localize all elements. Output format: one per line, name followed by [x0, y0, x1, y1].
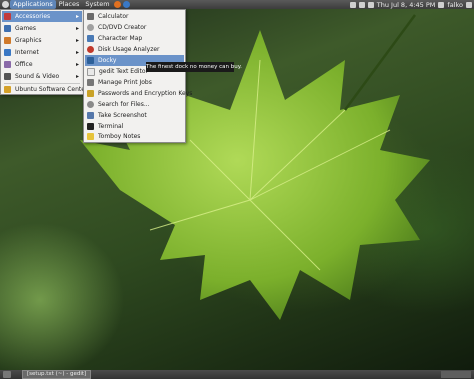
disk-usage-icon: [87, 46, 94, 53]
show-desktop-icon[interactable]: [3, 371, 11, 378]
disc-icon: [87, 24, 94, 31]
submenu-arrow-icon: ▸: [75, 13, 79, 20]
docky-icon: [87, 57, 94, 64]
menu-item-label: Calculator: [98, 13, 129, 20]
character-map-icon: [87, 35, 94, 42]
power-icon[interactable]: [466, 1, 472, 8]
graphics-icon: [4, 37, 11, 44]
volume-icon[interactable]: [367, 1, 374, 8]
menu-item-calculator[interactable]: Calculator: [85, 11, 184, 22]
menu-item-label: Character Map: [98, 35, 143, 42]
menu-item-graphics[interactable]: Graphics ▸: [2, 35, 82, 46]
mail-icon[interactable]: [358, 1, 365, 8]
menu-item-label: Docky: [98, 57, 117, 64]
menu-item-label: Terminal: [98, 123, 124, 130]
user-name[interactable]: falko: [447, 1, 463, 9]
menu-item-label: Graphics: [15, 37, 42, 44]
office-icon: [4, 61, 11, 68]
accessories-icon: [4, 13, 11, 20]
menu-item-label: Passwords and Encryption Keys: [98, 90, 193, 97]
search-icon: [87, 101, 94, 108]
bottom-panel: [setup.txt (~) - gedit]: [0, 370, 474, 379]
submenu-arrow-icon: ▸: [75, 37, 79, 44]
keys-icon: [87, 90, 94, 97]
menu-item-label: Search for Files...: [98, 101, 150, 108]
menu-item-disk-usage-analyzer[interactable]: Disk Usage Analyzer: [85, 44, 184, 55]
applications-menu: Accessories ▸ Games ▸ Graphics ▸ Interne…: [0, 9, 87, 95]
submenu-arrow-icon: ▸: [75, 61, 79, 68]
menu-item-label: Office: [15, 61, 33, 68]
user-icon: [438, 1, 445, 8]
ubuntu-logo-icon: [2, 1, 9, 8]
applications-menu-button[interactable]: Applications: [10, 0, 56, 9]
docky-tooltip: The finest dock no money can buy.: [146, 62, 242, 72]
text-editor-icon: [87, 67, 95, 76]
network-icon[interactable]: [349, 1, 356, 8]
menu-item-print-jobs[interactable]: Manage Print Jobs: [85, 77, 184, 88]
software-center-icon: [4, 85, 11, 93]
accessories-submenu: Calculator CD/DVD Creator Character Map …: [83, 9, 192, 143]
menu-item-search-files[interactable]: Search for Files...: [85, 99, 184, 110]
menu-item-label: Take Screenshot: [98, 112, 147, 119]
menu-item-office[interactable]: Office ▸: [2, 59, 82, 70]
menu-item-cd-dvd-creator[interactable]: CD/DVD Creator: [85, 22, 184, 33]
menu-item-sound-video[interactable]: Sound & Video ▸: [2, 71, 82, 82]
top-panel: Applications Places System Thu Jul 8, 4:…: [0, 0, 474, 9]
submenu-arrow-icon: ▸: [75, 49, 79, 56]
firefox-launcher-icon[interactable]: [113, 1, 121, 8]
submenu-arrow-icon: ▸: [75, 73, 79, 80]
menu-item-take-screenshot[interactable]: Take Screenshot: [85, 110, 184, 121]
printer-icon: [87, 79, 94, 86]
internet-icon: [4, 49, 11, 56]
menu-item-tomboy-notes[interactable]: Tomboy Notes: [85, 131, 184, 141]
menu-item-label: Games: [15, 25, 36, 32]
screenshot-icon: [87, 112, 94, 119]
games-icon: [4, 25, 11, 32]
submenu-arrow-icon: ▸: [75, 25, 79, 32]
menu-item-label: Ubuntu Software Center: [15, 85, 88, 93]
sound-video-icon: [4, 73, 11, 80]
menu-item-character-map[interactable]: Character Map: [85, 33, 184, 44]
workspace-switcher[interactable]: [441, 371, 471, 378]
menu-item-internet[interactable]: Internet ▸: [2, 47, 82, 58]
notes-icon: [87, 132, 94, 140]
menu-item-label: Disk Usage Analyzer: [98, 46, 160, 53]
menu-item-label: Accessories: [15, 13, 51, 20]
menu-item-games[interactable]: Games ▸: [2, 23, 82, 34]
calculator-icon: [87, 13, 94, 20]
menu-item-label: gedit Text Editor: [99, 68, 149, 75]
menu-item-label: Sound & Video: [15, 73, 60, 80]
menu-item-label: Manage Print Jobs: [98, 79, 152, 86]
places-menu-button[interactable]: Places: [56, 0, 83, 9]
menu-item-software-center[interactable]: Ubuntu Software Center: [2, 84, 87, 94]
taskbar-button-gedit[interactable]: [setup.txt (~) - gedit]: [22, 370, 92, 379]
menu-item-label: Tomboy Notes: [98, 132, 141, 140]
menu-item-passwords-keys[interactable]: Passwords and Encryption Keys: [85, 88, 192, 99]
clock[interactable]: Thu Jul 8, 4:45 PM: [377, 1, 436, 9]
menu-item-label: CD/DVD Creator: [98, 24, 147, 31]
menu-item-accessories[interactable]: Accessories ▸: [2, 11, 82, 22]
menu-item-label: Internet: [15, 49, 39, 56]
help-launcher-icon[interactable]: [122, 1, 130, 8]
terminal-icon: [87, 123, 94, 130]
system-menu-button[interactable]: System: [82, 0, 112, 9]
panel-indicators: Thu Jul 8, 4:45 PM falko: [349, 0, 472, 9]
